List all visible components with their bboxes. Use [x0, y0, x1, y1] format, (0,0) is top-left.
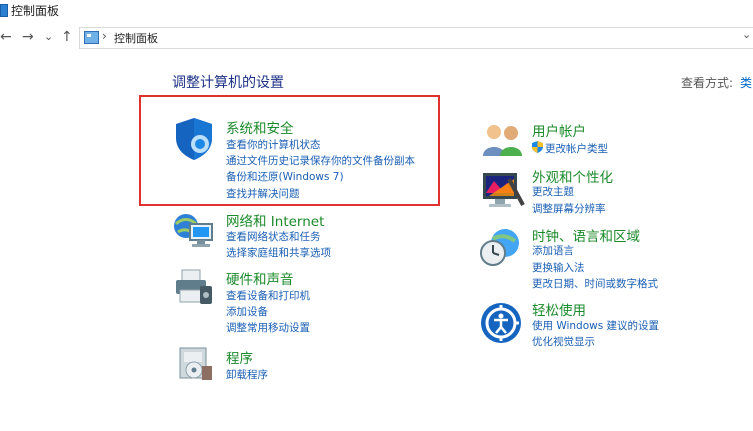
user-accounts-icon[interactable] [481, 122, 525, 158]
link-homegroup-sharing[interactable]: 选择家庭组和共享选项 [226, 245, 331, 260]
address-bar[interactable]: › 控制面板 [79, 27, 753, 49]
programs-disc-icon[interactable] [176, 344, 216, 384]
appearance-monitor-icon[interactable] [479, 169, 525, 213]
breadcrumb-separator: › [102, 29, 107, 43]
view-by-label: 查看方式: [681, 76, 734, 90]
title-bar: 控制面板 [0, 0, 753, 22]
link-change-input-method[interactable]: 更换输入法 [532, 260, 585, 275]
view-by-dropdown[interactable]: 类 [740, 74, 752, 91]
category-title-user-accounts[interactable]: 用户帐户 [532, 120, 586, 140]
window-title: 控制面板 [11, 4, 60, 18]
link-file-history-backup[interactable]: 通过文件历史记录保存你的文件备份副本 [226, 153, 415, 168]
category-title-clock-language-region[interactable]: 时钟、语言和区域 [532, 225, 640, 245]
breadcrumb-control-panel[interactable]: 控制面板 [114, 30, 158, 46]
recent-locations-icon[interactable]: ⌄ [44, 28, 53, 46]
navigation-bar: ← → ⌄ ↑ › 控制面板 ⌄ [0, 26, 753, 50]
up-arrow-icon[interactable]: ↑ [61, 28, 73, 46]
link-uninstall-program[interactable]: 卸载程序 [226, 367, 268, 382]
network-globe-icon[interactable] [172, 210, 216, 250]
control-panel-small-icon [84, 31, 99, 44]
link-date-time-format[interactable]: 更改日期、时间或数字格式 [532, 276, 658, 291]
link-windows-recommended-settings[interactable]: 使用 Windows 建议的设置 [532, 318, 659, 333]
ease-of-access-icon[interactable] [480, 302, 522, 344]
link-change-account-type[interactable]: 更改帐户类型 [545, 141, 608, 156]
forward-arrow-icon[interactable]: → [22, 28, 34, 46]
category-title-appearance[interactable]: 外观和个性化 [532, 166, 613, 186]
printer-icon[interactable] [172, 268, 216, 308]
shield-icon[interactable] [172, 116, 216, 162]
link-troubleshoot[interactable]: 查找并解决问题 [226, 186, 300, 201]
link-mobility-settings[interactable]: 调整常用移动设置 [226, 320, 310, 335]
category-title-network-internet[interactable]: 网络和 Internet [226, 210, 324, 230]
page-heading: 调整计算机的设置 [172, 75, 284, 91]
category-title-programs[interactable]: 程序 [226, 347, 253, 367]
link-devices-printers[interactable]: 查看设备和打印机 [226, 288, 310, 303]
link-add-device[interactable]: 添加设备 [226, 304, 268, 319]
category-title-system-security[interactable]: 系统和安全 [226, 117, 294, 137]
category-title-hardware-sound[interactable]: 硬件和声音 [226, 268, 294, 288]
link-change-theme[interactable]: 更改主题 [532, 184, 574, 199]
back-arrow-icon[interactable]: ← [0, 28, 12, 46]
category-title-ease-of-access[interactable]: 轻松使用 [532, 299, 586, 319]
control-panel-icon [0, 4, 8, 17]
link-view-network-status[interactable]: 查看网络状态和任务 [226, 229, 321, 244]
clock-globe-icon[interactable] [479, 225, 523, 269]
address-dropdown-icon[interactable]: ⌄ [742, 28, 751, 41]
link-view-computer-status[interactable]: 查看你的计算机状态 [226, 137, 321, 152]
link-screen-resolution[interactable]: 调整屏幕分辨率 [532, 201, 606, 216]
link-backup-restore-windows7[interactable]: 备份和还原(Windows 7) [226, 169, 344, 184]
uac-shield-icon [532, 141, 543, 153]
link-add-language[interactable]: 添加语言 [532, 243, 574, 258]
link-optimize-visual-display[interactable]: 优化视觉显示 [532, 334, 595, 349]
